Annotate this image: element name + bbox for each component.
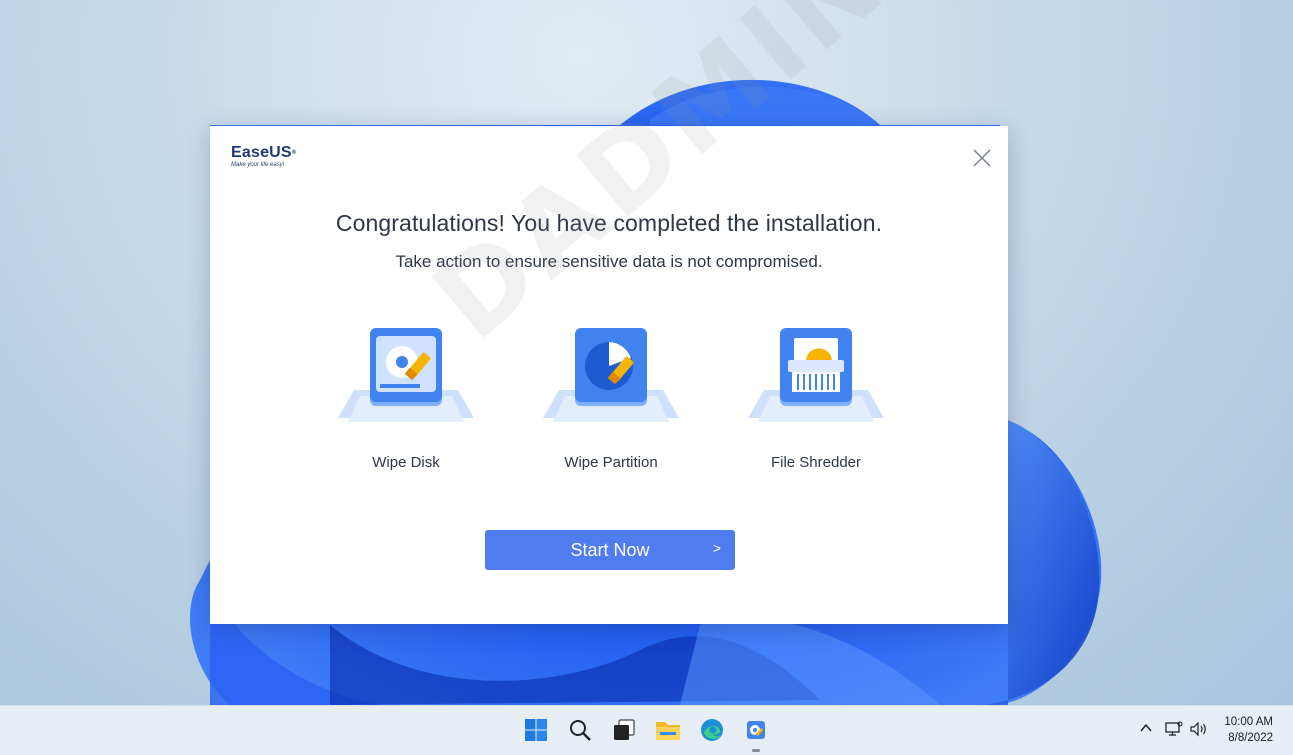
- windows-start-button[interactable]: [521, 715, 551, 745]
- edge-browser-button[interactable]: [697, 715, 727, 745]
- brand-tagline: Make your life easy!: [231, 162, 285, 168]
- wipe-partition-icon: [543, 328, 679, 422]
- search-icon: [570, 720, 591, 741]
- feature-wipe-partition[interactable]: Wipe Partition: [536, 322, 686, 471]
- wipe-disk-icon: [338, 328, 474, 422]
- network-button[interactable]: [1165, 721, 1183, 742]
- dialog-title: Congratulations! You have completed the …: [335, 210, 883, 236]
- file-explorer-button[interactable]: [653, 715, 683, 745]
- close-icon: [973, 149, 991, 167]
- close-button[interactable]: [970, 146, 994, 170]
- feature-file-shredder[interactable]: File Shredder: [741, 322, 891, 471]
- chevron-up-icon: [1140, 723, 1152, 732]
- easeus-app-icon: [747, 721, 765, 739]
- feature-label: File Shredder: [770, 454, 862, 471]
- volume-button[interactable]: [1190, 721, 1208, 742]
- task-view-button[interactable]: [609, 715, 639, 745]
- task-view-icon: [614, 719, 635, 740]
- file-shredder-icon: [748, 328, 884, 422]
- feature-label: Wipe Partition: [564, 454, 658, 471]
- file-explorer-icon: [656, 722, 680, 740]
- feature-label: Wipe Disk: [372, 454, 440, 471]
- search-button[interactable]: [565, 715, 595, 745]
- clock-time: 10:00 AM: [1224, 716, 1273, 728]
- clock[interactable]: 10:00 AM 8/8/2022: [1224, 714, 1273, 746]
- dialog-subtitle: Take action to ensure sensitive data is …: [395, 252, 823, 271]
- taskbar: 10:00 AM 8/8/2022: [0, 705, 1293, 755]
- installer-dialog: EaseUS® Make your life easy! Congratulat…: [210, 0, 1008, 624]
- chevron-right-icon: >: [712, 540, 721, 556]
- brand-name: EaseUS: [231, 144, 292, 161]
- feature-wipe-disk[interactable]: Wipe Disk: [331, 322, 481, 471]
- volume-icon: [1190, 721, 1206, 737]
- easeus-app-button[interactable]: [741, 715, 771, 752]
- start-now-label: Start Now: [570, 539, 650, 560]
- edge-browser-icon: [701, 719, 723, 741]
- easeus-logo: EaseUS® Make your life easy!: [231, 144, 297, 169]
- windows-start-icon: [525, 719, 547, 741]
- active-app-indicator: [752, 749, 760, 752]
- clock-date: 8/8/2022: [1228, 732, 1273, 744]
- network-icon: [1165, 721, 1183, 736]
- show-hidden-icons-button[interactable]: [1139, 721, 1153, 740]
- start-now-button[interactable]: Start Now >: [485, 530, 735, 570]
